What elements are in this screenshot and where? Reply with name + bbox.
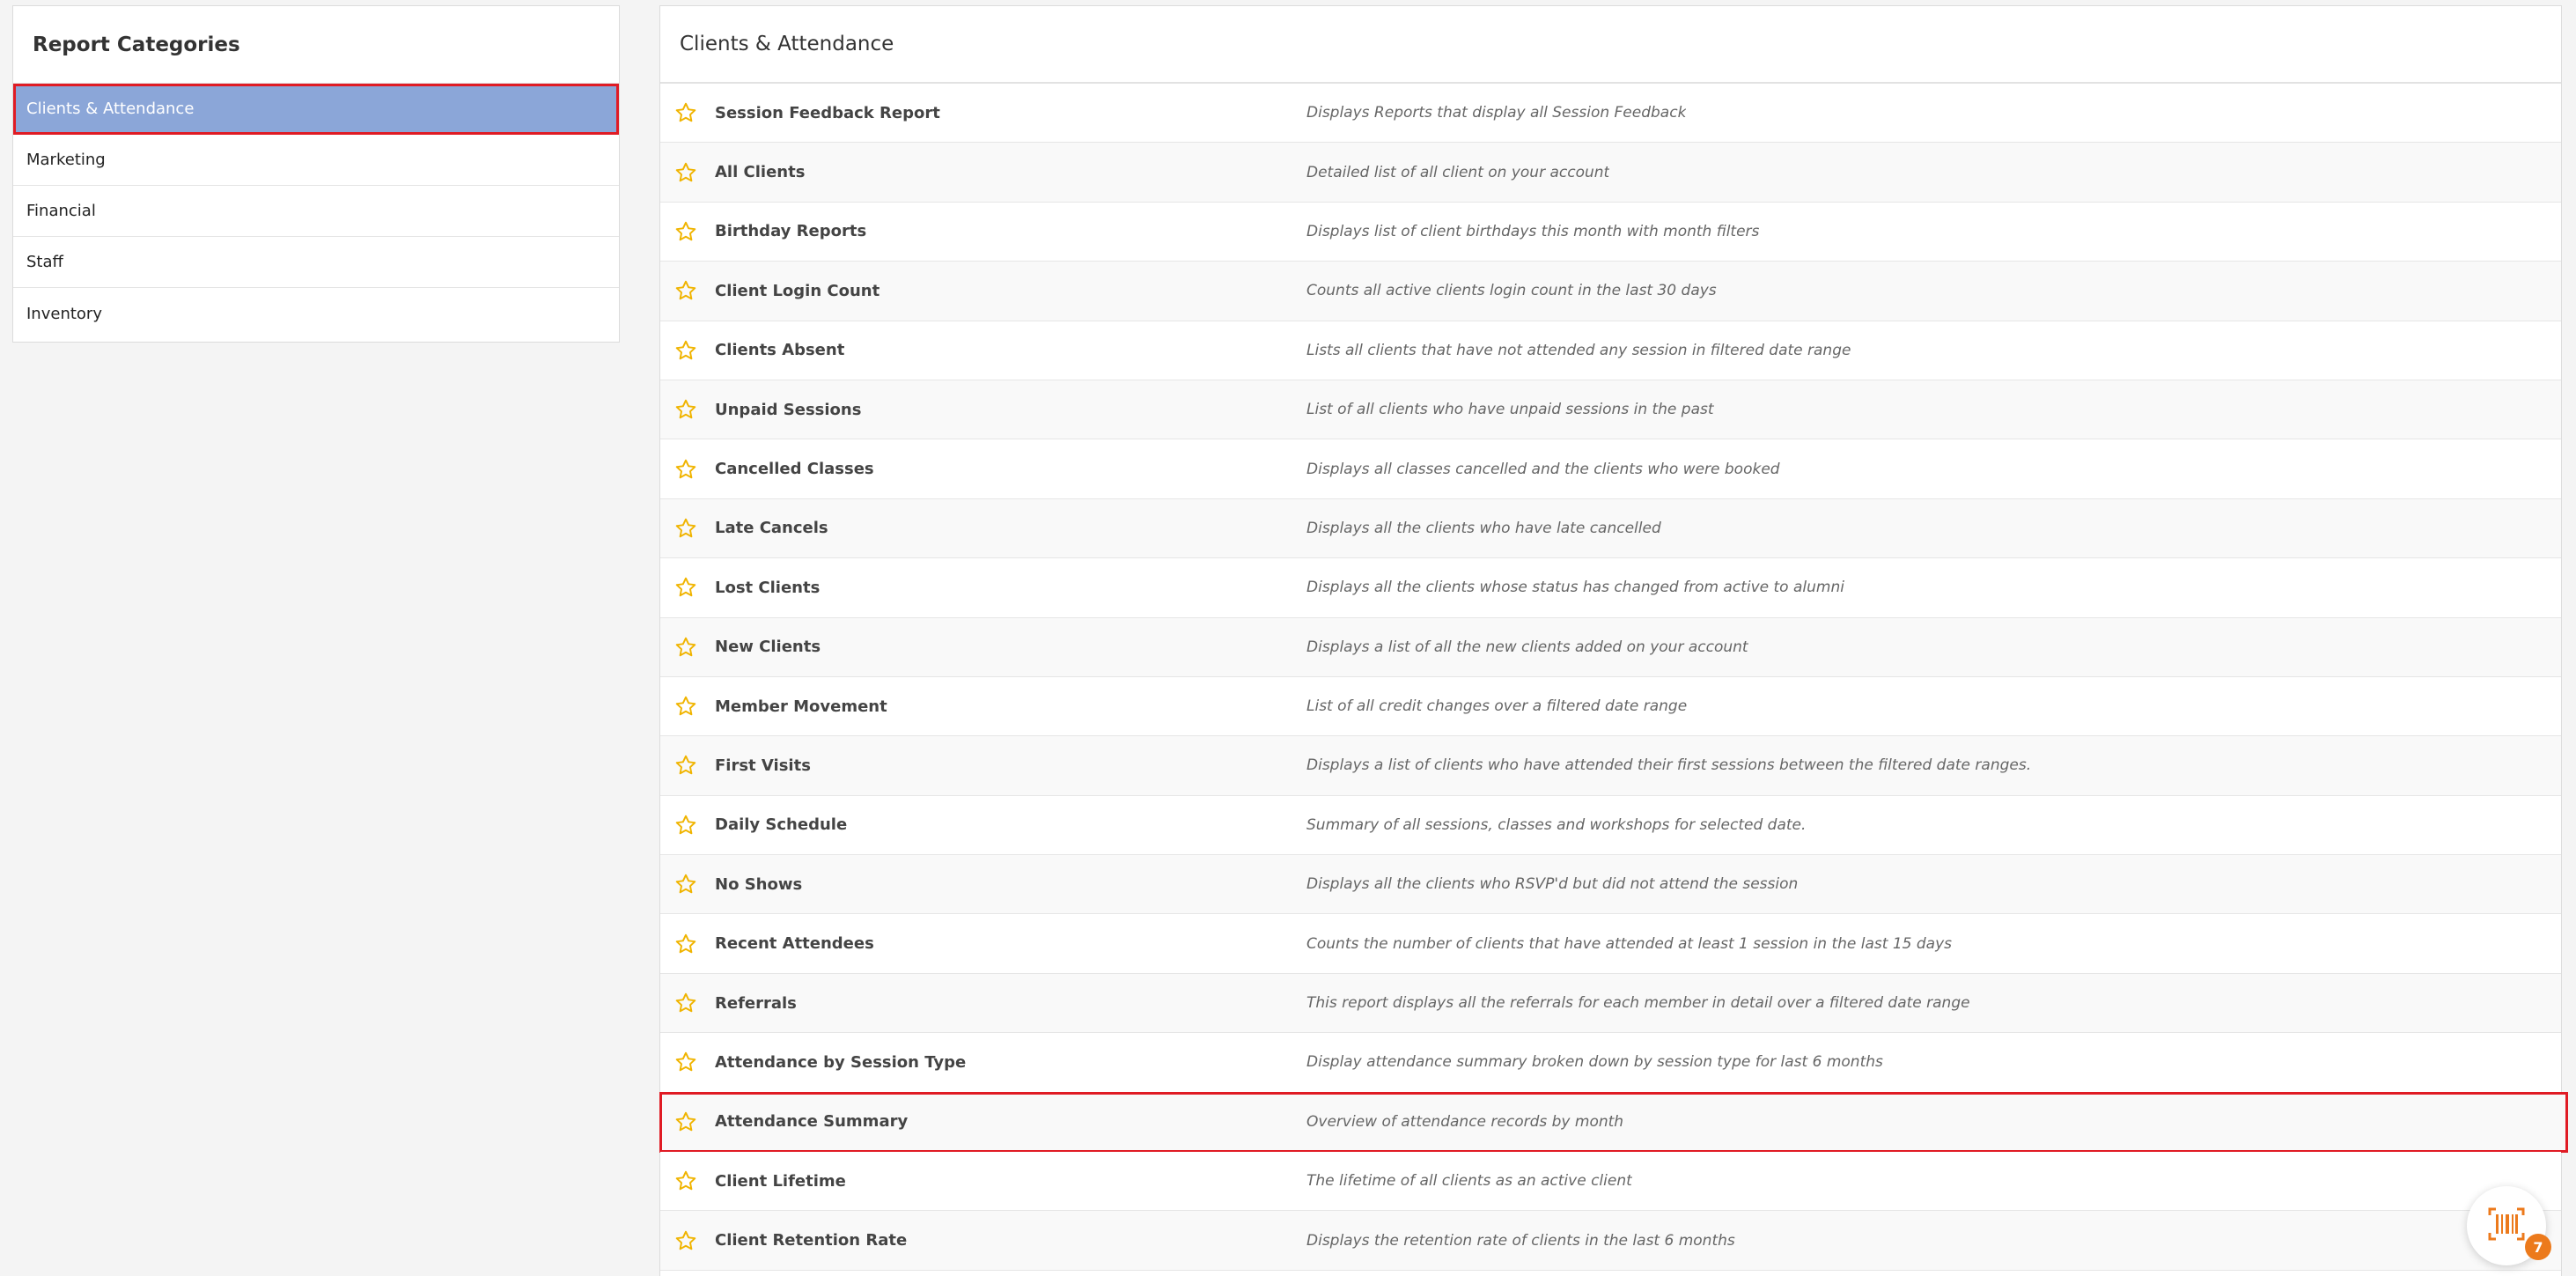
report-row[interactable]: First Visits Displays a list of clients w… — [660, 736, 2561, 796]
report-row[interactable]: Birthday Reports Displays list of client … — [660, 202, 2561, 262]
report-description: Display attendance summary broken down b… — [1306, 1053, 1883, 1072]
report-name[interactable]: Clients Absent — [715, 341, 1306, 359]
report-row[interactable]: Client Retention Rate Displays the retent… — [660, 1211, 2561, 1271]
report-description: Displays all the clients who RSVP'd but … — [1306, 875, 1799, 894]
report-row[interactable]: Lost Clients Displays all the clients who… — [660, 558, 2561, 618]
report-name[interactable]: Late Cancels — [715, 519, 1306, 537]
favorite-star-icon[interactable] — [673, 1168, 699, 1194]
report-row[interactable]: All Clients Detailed list of all client o… — [660, 143, 2561, 203]
report-name[interactable]: All Clients — [715, 163, 1306, 181]
barcode-widget-button[interactable]: 7 — [2467, 1186, 2551, 1265]
report-description: Overview of attendance records by month — [1306, 1112, 1624, 1131]
favorite-star-icon[interactable] — [673, 1109, 699, 1135]
report-description: Summary of all sessions, classes and wor… — [1306, 815, 1807, 834]
category-item-financial[interactable]: Financial — [13, 186, 619, 237]
notification-badge: 7 — [2525, 1234, 2551, 1260]
report-description: Displays a list of clients who have atte… — [1306, 756, 2032, 775]
report-row[interactable]: Clients Absent Lists all clients that hav… — [660, 321, 2561, 380]
report-row[interactable]: Recent Attendees Counts the number of cli… — [660, 914, 2561, 974]
favorite-star-icon[interactable] — [673, 456, 699, 483]
report-row[interactable]: Attendance Summary Overview of attendance… — [659, 1091, 2568, 1154]
report-description: List of all clients who have unpaid sess… — [1306, 401, 1714, 419]
report-row[interactable]: Attendance by Session Type Display attend… — [660, 1033, 2561, 1093]
report-name[interactable]: Daily Schedule — [715, 815, 1306, 834]
favorite-star-icon[interactable] — [673, 634, 699, 660]
report-row[interactable]: Member Movement List of all credit change… — [660, 676, 2561, 737]
report-row[interactable]: Client Lifetime The lifetime of all clien… — [660, 1152, 2561, 1212]
report-name[interactable]: No Shows — [715, 875, 1306, 894]
favorite-star-icon[interactable] — [673, 277, 699, 304]
report-description: Lists all clients that have not attended… — [1306, 341, 1851, 359]
report-name[interactable]: New Clients — [715, 638, 1306, 656]
report-description: List of all credit changes over a filter… — [1306, 697, 1688, 716]
reports-page: Report Categories Clients & Attendance Ma… — [0, 0, 2576, 1276]
favorite-star-icon[interactable] — [673, 396, 699, 423]
report-description: Displays a list of all the new clients a… — [1306, 638, 1748, 656]
report-name[interactable]: Lost Clients — [715, 579, 1306, 597]
report-description: Displays all the clients who have late c… — [1306, 519, 1661, 537]
report-row[interactable]: Daily Schedule Summary of all sessions, c… — [660, 795, 2561, 856]
report-row[interactable]: No Shows Displays all the clients who RSV… — [660, 855, 2561, 915]
report-row[interactable]: Client Login Count Counts all active clie… — [660, 262, 2561, 321]
report-row[interactable]: Late Cancels Displays all the clients who… — [660, 498, 2561, 559]
report-row[interactable]: Cancelled Classes Displays all classes ca… — [660, 439, 2561, 499]
report-description: Counts all active clients login count in… — [1306, 282, 1717, 300]
report-row[interactable]: New Clients Displays a list of all the ne… — [660, 617, 2561, 677]
category-item-clients-attendance[interactable]: Clients & Attendance — [13, 84, 619, 135]
category-item-staff[interactable]: Staff — [13, 237, 619, 288]
report-name[interactable]: Attendance Summary — [715, 1112, 1306, 1131]
report-name[interactable]: Referrals — [715, 994, 1306, 1013]
category-item-marketing[interactable]: Marketing — [13, 135, 619, 186]
report-name[interactable]: Attendance by Session Type — [715, 1053, 1306, 1072]
favorite-star-icon[interactable] — [673, 990, 699, 1016]
report-description: Displays Reports that display all Sessio… — [1306, 104, 1687, 122]
favorite-star-icon[interactable] — [673, 218, 699, 245]
reports-panel: Clients & Attendance Session Feedback Re… — [659, 5, 2568, 1276]
category-list: Clients & Attendance Marketing Financial St… — [13, 84, 619, 339]
favorite-star-icon[interactable] — [673, 812, 699, 838]
reports-title: Clients & Attendance — [680, 33, 894, 55]
favorite-star-icon[interactable] — [673, 159, 699, 186]
report-name[interactable]: Client Login Count — [715, 282, 1306, 300]
report-name[interactable]: First Visits — [715, 756, 1306, 775]
report-name[interactable]: Unpaid Sessions — [715, 401, 1306, 419]
favorite-star-icon[interactable] — [673, 871, 699, 897]
barcode-icon — [2487, 1206, 2526, 1245]
report-description: Displays all classes cancelled and the c… — [1306, 460, 1780, 478]
report-description: Displays all the clients whose status ha… — [1306, 579, 1844, 597]
report-description: Displays the retention rate of clients i… — [1306, 1231, 1735, 1250]
sidebar-header: Report Categories — [13, 6, 619, 84]
report-name[interactable]: Client Lifetime — [715, 1172, 1306, 1191]
report-name[interactable]: Recent Attendees — [715, 934, 1306, 953]
report-name[interactable]: Client Retention Rate — [715, 1231, 1306, 1250]
report-list: Session Feedback Report Displays Reports … — [659, 84, 2568, 1271]
category-item-inventory[interactable]: Inventory — [13, 288, 619, 339]
report-description: Detailed list of all client on your acco… — [1306, 163, 1610, 181]
favorite-star-icon[interactable] — [673, 337, 699, 364]
report-name[interactable]: Session Feedback Report — [715, 104, 1306, 122]
favorite-star-icon[interactable] — [673, 1049, 699, 1075]
reports-header: Clients & Attendance — [660, 6, 2561, 84]
favorite-star-icon[interactable] — [673, 100, 699, 126]
report-name[interactable]: Cancelled Classes — [715, 460, 1306, 478]
report-row[interactable]: Referrals This report displays all the re… — [660, 973, 2561, 1034]
report-row[interactable]: Session Feedback Report Displays Reports … — [660, 84, 2561, 144]
favorite-star-icon[interactable] — [673, 693, 699, 719]
report-description: Displays list of client birthdays this m… — [1306, 222, 1760, 240]
favorite-star-icon[interactable] — [673, 515, 699, 542]
report-row[interactable]: Unpaid Sessions List of all clients who h… — [660, 380, 2561, 440]
favorite-star-icon[interactable] — [673, 1228, 699, 1254]
favorite-star-icon[interactable] — [673, 931, 699, 957]
sidebar-title: Report Categories — [33, 33, 240, 56]
report-description: The lifetime of all clients as an active… — [1306, 1172, 1632, 1191]
report-name[interactable]: Member Movement — [715, 697, 1306, 716]
favorite-star-icon[interactable] — [673, 752, 699, 778]
favorite-star-icon[interactable] — [673, 574, 699, 601]
report-description: Counts the number of clients that have a… — [1306, 934, 1953, 953]
report-name[interactable]: Birthday Reports — [715, 222, 1306, 240]
report-description: This report displays all the referrals f… — [1306, 994, 1970, 1013]
report-categories-panel: Report Categories Clients & Attendance Ma… — [12, 5, 620, 343]
